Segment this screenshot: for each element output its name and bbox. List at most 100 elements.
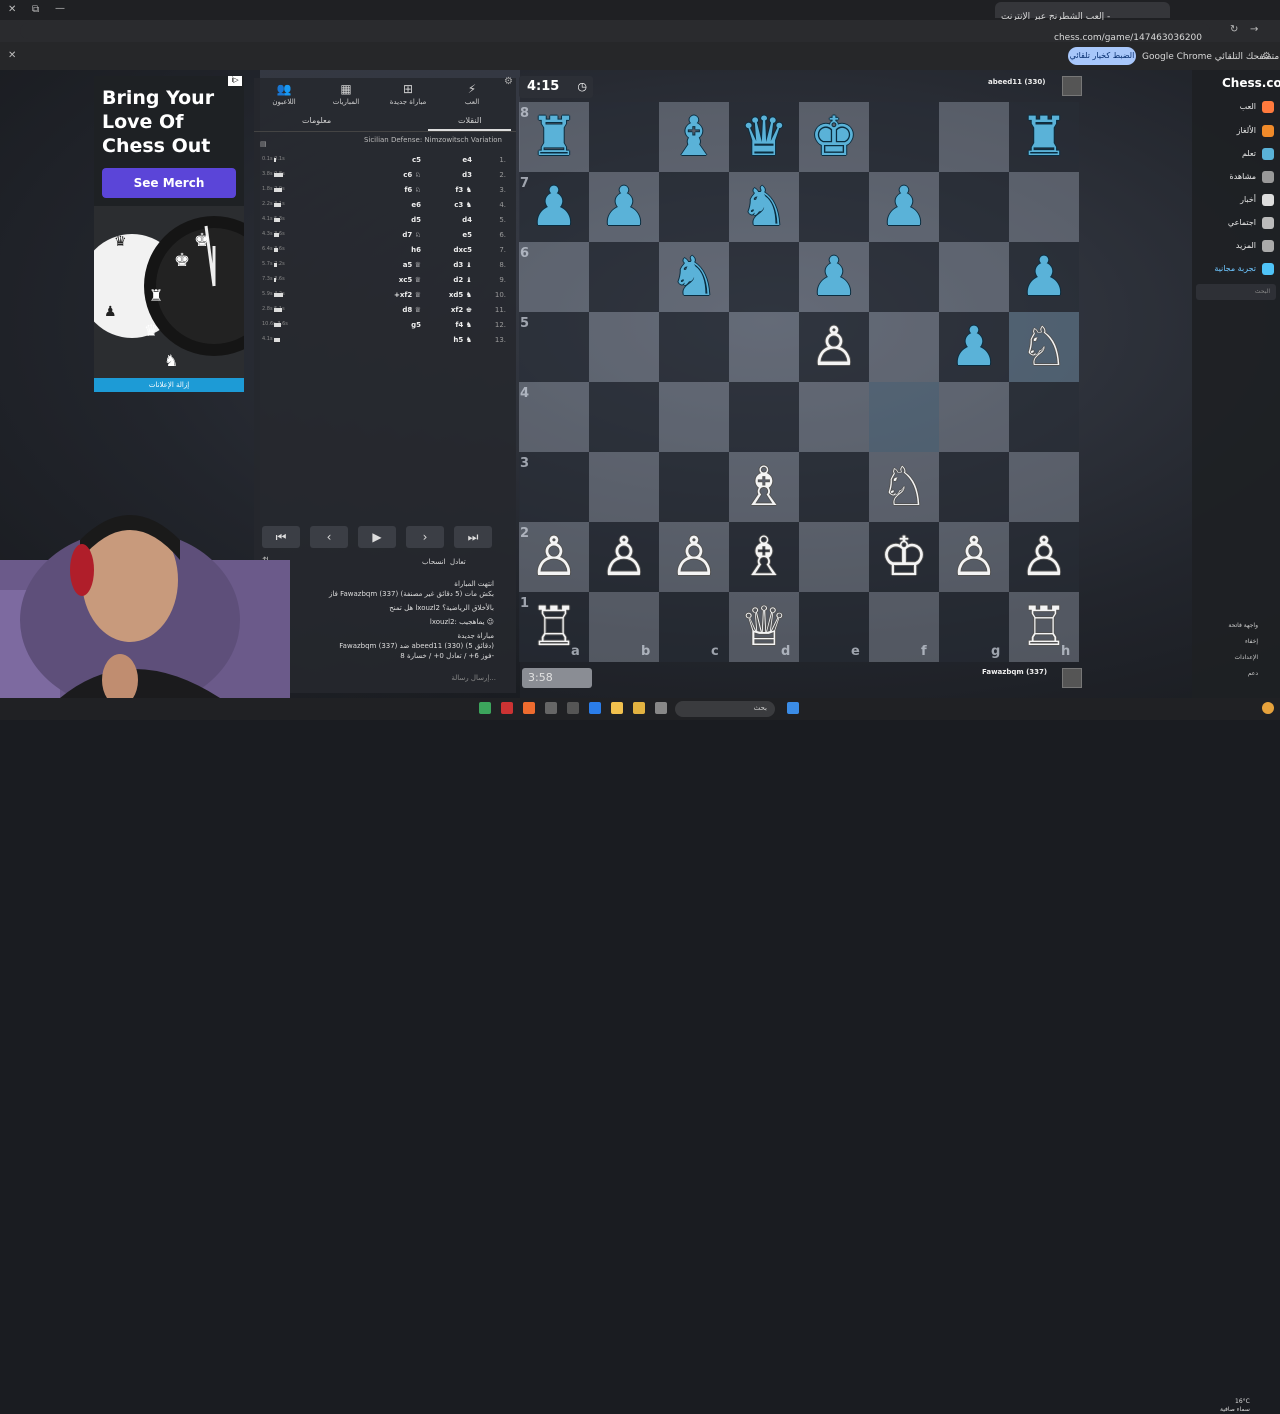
tab-players[interactable]: 👥 اللاعبون [254, 82, 314, 106]
opponent-avatar[interactable] [1062, 76, 1082, 96]
nav-item-6[interactable]: المزيد [1236, 241, 1256, 250]
play-button[interactable]: ▶ [358, 526, 396, 548]
square-f8[interactable] [869, 102, 939, 172]
close-window-icon[interactable]: ✕ [8, 4, 16, 15]
nav-item-7[interactable]: تجربة مجانية [1214, 264, 1256, 273]
white-move[interactable]: f3 ♞ [432, 186, 472, 194]
adchoices-icon[interactable]: i▷ [228, 76, 242, 86]
white-piece-a2[interactable]: ♙ [519, 522, 589, 592]
nav-bottom-item-0[interactable]: واجهة فاتحة [1228, 622, 1258, 629]
nav-bottom-item-1[interactable]: إخفاء [1245, 638, 1258, 645]
square-g7[interactable] [939, 172, 1009, 242]
black-move[interactable]: g5 [381, 321, 421, 329]
white-move[interactable]: e4 [432, 156, 472, 164]
see-merch-button[interactable]: See Merch [102, 168, 236, 198]
white-move[interactable]: d3 ♝ [432, 261, 472, 269]
square-f6[interactable] [869, 242, 939, 312]
square-b8[interactable] [589, 102, 659, 172]
white-move[interactable]: xd5 ♞ [432, 291, 472, 299]
player-name[interactable]: Fawazbqm (337) [982, 668, 1047, 676]
taskbar-search[interactable]: بحث [675, 701, 775, 717]
chrome-icon[interactable] [633, 702, 645, 714]
nav-icon-1[interactable] [1262, 125, 1274, 137]
settings-gear-icon[interactable]: ⚙ [504, 76, 513, 87]
white-piece-b2[interactable]: ♙ [589, 522, 659, 592]
square-g8[interactable] [939, 102, 1009, 172]
square-e4[interactable] [799, 382, 869, 452]
nav-item-3[interactable]: مشاهدة [1230, 172, 1256, 181]
white-move[interactable]: dxc5 [432, 246, 472, 254]
square-a6[interactable] [519, 242, 589, 312]
white-piece-f2[interactable]: ♔ [869, 522, 939, 592]
white-move[interactable]: h5 ♞ [432, 336, 472, 344]
nav-icon-3[interactable] [1262, 171, 1274, 183]
subtab-moves[interactable]: النقلات [428, 116, 512, 131]
url-field[interactable]: chess.com/game/147463036200 [20, 23, 1210, 43]
white-move[interactable]: c3 ♞ [432, 201, 472, 209]
black-move[interactable]: h6 [381, 246, 421, 254]
nav-icon-5[interactable] [1262, 217, 1274, 229]
black-piece-e6[interactable]: ♟ [799, 242, 869, 312]
play-app-icon[interactable] [479, 702, 491, 714]
subtab-info[interactable]: معلومات [302, 116, 331, 125]
white-piece-h2[interactable]: ♙ [1009, 522, 1079, 592]
nav-item-1[interactable]: الألغاز [1237, 126, 1256, 135]
black-piece-a7[interactable]: ♟ [519, 172, 589, 242]
white-piece-d3[interactable]: ♗ [729, 452, 799, 522]
black-piece-d7[interactable]: ♞ [729, 172, 799, 242]
last-move-button[interactable]: ⏭ [454, 526, 492, 548]
square-g4[interactable] [939, 382, 1009, 452]
black-move[interactable]: d8 ♕ [381, 306, 421, 314]
white-piece-h5[interactable]: ♘ [1009, 312, 1079, 382]
nav-icon-6[interactable] [1262, 240, 1274, 252]
black-piece-a8[interactable]: ♜ [519, 102, 589, 172]
square-c5[interactable] [659, 312, 729, 382]
back-icon[interactable]: → [1250, 24, 1258, 35]
white-piece-h1[interactable]: ♖ [1009, 592, 1079, 662]
black-move[interactable]: a5 ♕ [381, 261, 421, 269]
black-move[interactable]: d5 [381, 216, 421, 224]
square-f1[interactable] [869, 592, 939, 662]
reload-icon[interactable]: ↻ [1230, 24, 1238, 35]
opponent-name[interactable]: abeed11 (330) [988, 78, 1045, 86]
white-move[interactable]: xf2 ♚ [432, 306, 472, 314]
black-piece-e8[interactable]: ♚ [799, 102, 869, 172]
white-piece-g2[interactable]: ♙ [939, 522, 1009, 592]
white-move[interactable]: d4 [432, 216, 472, 224]
square-c3[interactable] [659, 452, 729, 522]
nav-icon-0[interactable] [1262, 101, 1274, 113]
black-piece-b7[interactable]: ♟ [589, 172, 659, 242]
brave-icon[interactable] [523, 702, 535, 714]
square-b3[interactable] [589, 452, 659, 522]
nav-icon-7[interactable] [1262, 263, 1274, 275]
active-tab[interactable]: إلعب الشطرنج عبر الإنترنت - [995, 2, 1170, 22]
black-move[interactable]: d7 ♘ [381, 231, 421, 239]
black-piece-h8[interactable]: ♜ [1009, 102, 1079, 172]
white-piece-d2[interactable]: ♗ [729, 522, 799, 592]
white-piece-c2[interactable]: ♙ [659, 522, 729, 592]
nav-item-4[interactable]: أخبار [1240, 195, 1256, 204]
set-default-button[interactable]: الضبط كخيار تلقائي [1068, 47, 1136, 65]
nav-item-0[interactable]: العب [1240, 102, 1256, 111]
black-move[interactable]: c6 ♘ [381, 171, 421, 179]
square-e3[interactable] [799, 452, 869, 522]
nav-item-5[interactable]: اجتماعي [1228, 218, 1256, 227]
advertisement[interactable]: i▷ Bring Your Love Of Chess Out See Merc… [94, 76, 244, 392]
square-c4[interactable] [659, 382, 729, 452]
chess-board[interactable]: 8 7 6 5 4 3 2 1 a b c d e f g h ♜ ♝ ♛ ♚ ♜ ♟ ♟ ♞ ♟ ♞ ♟ ♟ ♙ ♟ ♘ ♗ ♘ ♙ ♙ ♙ ♗ ♔ ♙ ♙… [519, 102, 1079, 662]
remove-ads-link[interactable]: إزالة الإعلانات [94, 378, 244, 392]
square-d5[interactable] [729, 312, 799, 382]
white-move[interactable]: d3 [432, 171, 472, 179]
square-e7[interactable] [799, 172, 869, 242]
square-b6[interactable] [589, 242, 659, 312]
app-icon[interactable] [501, 702, 513, 714]
square-h4[interactable] [1009, 382, 1079, 452]
tab-play[interactable]: ⚡ العب [442, 82, 502, 106]
minimize-icon[interactable]: — [55, 3, 65, 14]
square-a4[interactable] [519, 382, 589, 452]
white-move[interactable]: d2 ♝ [432, 276, 472, 284]
black-move[interactable]: xc5 ♕ [381, 276, 421, 284]
close-infobar-icon[interactable]: ✕ [8, 50, 16, 61]
square-a3[interactable] [519, 452, 589, 522]
start-icon[interactable] [787, 702, 799, 714]
